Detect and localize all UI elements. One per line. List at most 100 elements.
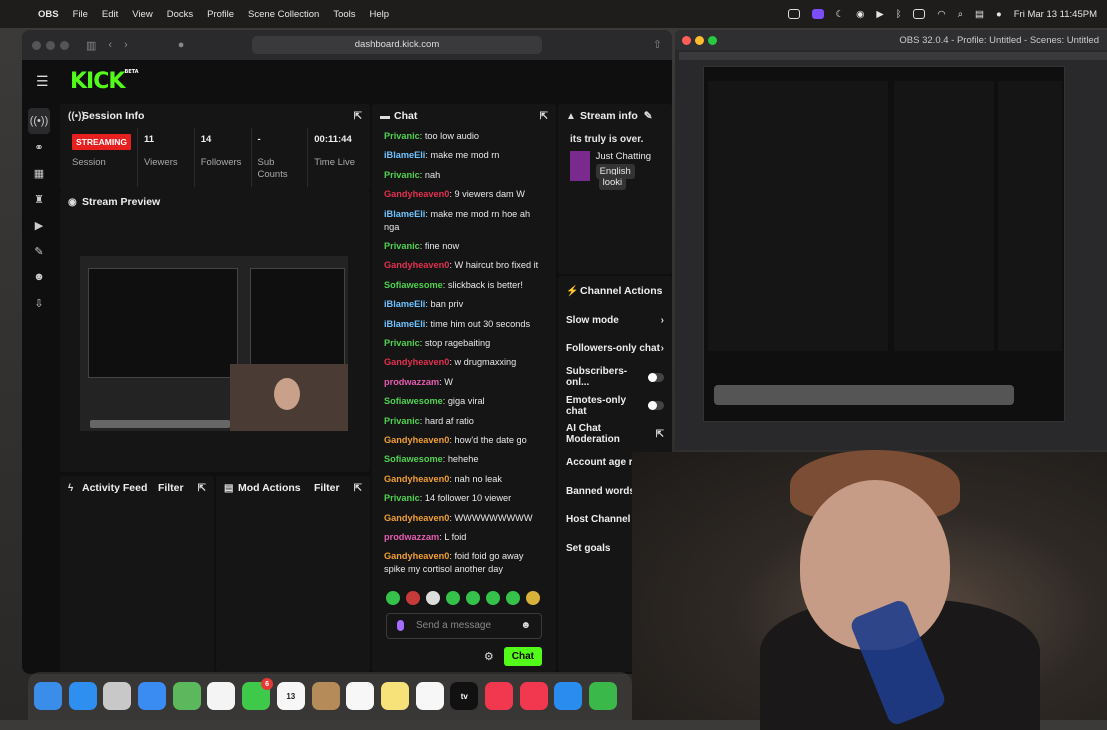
chat-message[interactable]: Privanic: hard af ratio [384, 415, 544, 428]
wifi-icon[interactable]: ◠ [937, 9, 945, 20]
channel-action-slow-mode[interactable]: Slow mode › [558, 306, 672, 335]
kick-logo[interactable]: KICKBETA [70, 69, 139, 94]
stream-icon[interactable]: ((•)) [28, 108, 50, 134]
mod-filter-button[interactable]: Filter [314, 482, 340, 494]
emote[interactable] [406, 590, 420, 605]
chat-message[interactable]: Privanic: 14 follower 10 viewer [384, 492, 544, 505]
menu-docks[interactable]: Docks [167, 9, 193, 20]
popout-icon[interactable]: ⇱ [354, 111, 362, 122]
emote[interactable] [446, 590, 460, 605]
bluetooth-icon[interactable]: ᛒ [896, 9, 902, 20]
chat-username[interactable]: Privanic [384, 131, 420, 141]
facetime-app-icon[interactable]: 6 [242, 678, 274, 710]
finder-app-icon[interactable] [34, 682, 62, 710]
menu-clock[interactable]: Fri Mar 13 11:45PM [1014, 9, 1097, 20]
edit-icon[interactable]: ✎ [644, 110, 653, 122]
chat-message[interactable]: Sofiawesome: giga viral [384, 395, 544, 408]
chat-message[interactable]: Gandyheaven0: nah no leak [384, 473, 544, 486]
zoom-button[interactable] [60, 40, 69, 50]
upload-icon[interactable]: ⇩ [28, 290, 50, 316]
menu-file[interactable]: File [73, 9, 88, 20]
chat-message[interactable]: Gandyheaven0: w drugmaxxing [384, 356, 544, 369]
maps-app-icon[interactable] [172, 682, 201, 710]
emote[interactable] [486, 590, 500, 605]
chat-username[interactable]: Privanic [384, 241, 420, 251]
chat-message[interactable]: Sofiawesome: hehehe [384, 453, 544, 466]
chat-username[interactable]: Sofiawesome [384, 396, 443, 406]
chat-username[interactable]: Privanic [384, 338, 420, 348]
chat-username[interactable]: Privanic [384, 493, 420, 503]
chat-message[interactable]: prodwazzam: W [384, 376, 544, 389]
mic-icon[interactable] [397, 620, 404, 632]
back-icon[interactable]: ‹ [108, 39, 112, 51]
search-icon[interactable]: ⌕ [958, 9, 963, 20]
chat-username[interactable]: Gandyheaven0 [384, 189, 449, 199]
chat-username[interactable]: Gandyheaven0 [384, 435, 449, 445]
emote[interactable] [466, 590, 480, 605]
chat-username[interactable]: iBlameEli [384, 150, 425, 160]
analytics-icon[interactable]: ▦ [28, 160, 50, 186]
zoom-button[interactable] [708, 35, 717, 45]
music-app-icon[interactable] [484, 682, 513, 710]
chat-message[interactable]: Privanic: stop ragebaiting [384, 337, 544, 350]
chat-username[interactable]: Gandyheaven0 [384, 551, 449, 561]
contacts-app-icon[interactable] [311, 682, 340, 710]
minimize-button[interactable] [46, 40, 55, 50]
status-icon[interactable] [787, 9, 800, 19]
chat-username[interactable]: prodwazzam [384, 377, 439, 387]
chat-send-button[interactable]: Chat [503, 646, 542, 666]
mail-app-icon[interactable] [138, 682, 167, 710]
chat-message[interactable]: Gandyheaven0: foid foid go away spike my… [384, 550, 544, 576]
news-app-icon[interactable] [519, 682, 548, 710]
chat-message[interactable]: Gandyheaven0: W haircut bro fixed it [384, 259, 544, 272]
toggle-switch[interactable] [648, 372, 664, 382]
reminders-app-icon[interactable] [346, 682, 375, 710]
chat-message[interactable]: Privanic: too low audio [384, 130, 544, 143]
wrench-icon[interactable]: ✎ [28, 238, 50, 264]
battery-icon[interactable] [913, 9, 926, 19]
chat-username[interactable]: Privanic [384, 170, 420, 180]
chat-message[interactable]: iBlameEli: make me mod rn hoe ah nga [384, 208, 544, 234]
chat-messages[interactable]: Privanic: too low audio iBlameEli: make m… [372, 128, 556, 585]
share-icon[interactable]: ⇧ [653, 38, 662, 51]
chat-message[interactable]: iBlameEli: make me mod rn [384, 149, 544, 162]
channel-action-subscribers-onl-[interactable]: Subscribers-onl... [558, 363, 672, 392]
safari-app-icon[interactable] [68, 682, 97, 710]
tv-app-icon[interactable]: tv [450, 682, 479, 710]
chat-username[interactable]: Gandyheaven0 [384, 357, 449, 367]
menu-view[interactable]: View [132, 9, 152, 20]
menu-app-name[interactable]: OBS [38, 9, 59, 20]
chat-username[interactable]: iBlameEli [384, 209, 425, 219]
video-icon[interactable]: ▶ [28, 212, 50, 238]
screen-record-icon[interactable] [811, 9, 824, 19]
chat-username[interactable]: Gandyheaven0 [384, 474, 449, 484]
emoji-icon[interactable]: ☻ [520, 620, 531, 631]
link-icon[interactable]: ⚭ [28, 134, 50, 160]
chat-message[interactable]: Gandyheaven0: 9 viewers dam W [384, 188, 544, 201]
forward-icon[interactable]: › [124, 39, 128, 51]
address-bar[interactable]: dashboard.kick.com [252, 36, 542, 54]
obs-canvas-preview[interactable] [703, 66, 1065, 422]
launchpad-app-icon[interactable] [103, 682, 132, 710]
channel-action-emotes-only-chat[interactable]: Emotes-only chat [558, 392, 672, 421]
chat-username[interactable]: Gandyheaven0 [384, 260, 449, 270]
community-icon[interactable]: ☻ [28, 264, 50, 290]
activity-filter-button[interactable]: Filter [158, 482, 184, 494]
menu-scene-collection[interactable]: Scene Collection [248, 9, 319, 20]
calendar-app-icon[interactable]: 13 [276, 682, 305, 710]
notes-app-icon[interactable] [380, 682, 409, 710]
emote[interactable] [526, 590, 540, 605]
chat-message[interactable]: Gandyheaven0: WWWWWWWWW [384, 512, 544, 525]
close-button[interactable] [32, 40, 41, 50]
chat-message[interactable]: Gandyheaven0: how'd the date go [384, 434, 544, 447]
chat-username[interactable]: Gandyheaven0 [384, 513, 449, 523]
stream-preview-video[interactable] [80, 256, 348, 431]
menu-profile[interactable]: Profile [207, 9, 234, 20]
emote[interactable] [426, 590, 440, 605]
chat-username[interactable]: prodwazzam [384, 532, 439, 542]
keynote-app-icon[interactable] [554, 682, 583, 710]
freeform-app-icon[interactable] [415, 682, 444, 710]
siri-icon[interactable]: ● [996, 9, 1002, 20]
channel-action-ai-chat-moderation[interactable]: AI Chat Moderation ⇱ [558, 420, 672, 449]
popout-icon[interactable]: ⇱ [540, 111, 548, 122]
